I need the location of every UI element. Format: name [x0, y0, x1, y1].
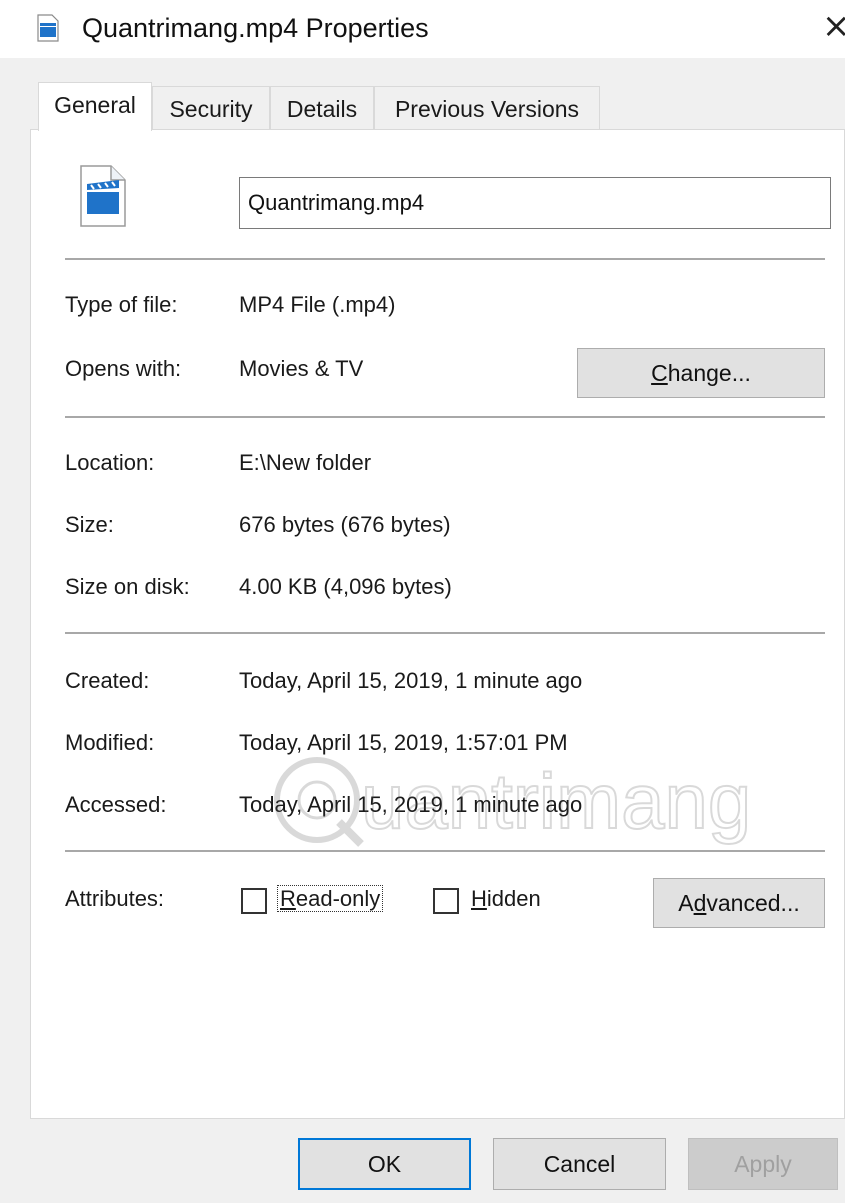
tab-security[interactable]: Security	[152, 86, 270, 130]
read-only-label[interactable]: Read-only	[277, 884, 384, 914]
video-file-icon	[37, 14, 59, 42]
video-file-icon	[80, 165, 126, 227]
read-only-text: ead-only	[295, 886, 381, 911]
type-of-file-label: Type of file:	[65, 292, 178, 317]
separator	[65, 258, 825, 260]
size-on-disk-value: 4.00 KB (4,096 bytes)	[239, 574, 452, 599]
advanced-button-mnemonic: d	[693, 889, 707, 916]
separator	[65, 632, 825, 634]
created-label: Created:	[65, 668, 150, 693]
hidden-mnemonic: H	[471, 886, 487, 911]
apply-button[interactable]: Apply	[688, 1138, 838, 1190]
close-icon[interactable]: ×	[822, 6, 845, 46]
size-on-disk-label: Size on disk:	[65, 574, 190, 599]
accessed-label: Accessed:	[65, 792, 167, 817]
title-bar: Quantrimang.mp4 Properties ×	[0, 0, 845, 58]
advanced-button[interactable]: Advanced...	[653, 878, 825, 928]
type-of-file-value: MP4 File (.mp4)	[239, 292, 396, 317]
advanced-button-label: vanced...	[706, 889, 800, 916]
location-value: E:\New folder	[239, 450, 372, 475]
window-title: Quantrimang.mp4 Properties	[82, 13, 429, 43]
separator	[65, 850, 825, 852]
read-only-checkbox[interactable]	[241, 888, 267, 914]
tab-general[interactable]: General	[38, 82, 152, 131]
location-label: Location:	[65, 450, 155, 475]
modified-label: Modified:	[65, 730, 155, 755]
hidden-text: idden	[486, 886, 541, 911]
general-panel: Type of file: MP4 File (.mp4) Opens with…	[30, 129, 845, 1119]
change-button-mnemonic: C	[651, 359, 668, 386]
attributes-label: Attributes:	[65, 886, 165, 911]
size-label: Size:	[65, 512, 114, 537]
tab-previous-versions[interactable]: Previous Versions	[374, 86, 600, 130]
hidden-checkbox[interactable]	[433, 888, 459, 914]
file-name-field[interactable]	[239, 177, 831, 229]
cancel-button[interactable]: Cancel	[493, 1138, 666, 1190]
size-value: 676 bytes (676 bytes)	[239, 512, 451, 537]
accessed-value: Today, April 15, 2019, 1 minute ago	[239, 792, 583, 817]
opens-with-value: Movies & TV	[239, 356, 364, 381]
change-button-label: hange...	[667, 359, 751, 386]
modified-value: Today, April 15, 2019, 1:57:01 PM	[239, 730, 568, 755]
opens-with-label: Opens with:	[65, 356, 182, 381]
created-value: Today, April 15, 2019, 1 minute ago	[239, 668, 583, 693]
tab-details[interactable]: Details	[270, 86, 374, 130]
advanced-button-prefix: A	[678, 889, 694, 916]
hidden-label[interactable]: Hidden	[471, 884, 541, 914]
ok-button[interactable]: OK	[298, 1138, 471, 1190]
read-only-mnemonic: R	[280, 886, 296, 911]
separator	[65, 416, 825, 418]
change-button[interactable]: Change...	[577, 348, 825, 398]
